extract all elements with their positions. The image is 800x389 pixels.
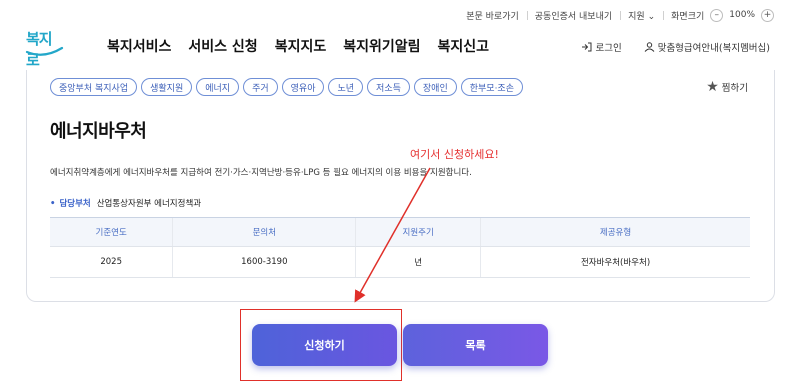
service-info-table: 기준연도 문의처 지원주기 제공유형 2025 1600-3190 년 전자바우… [50, 217, 750, 278]
zoom-control: 화면크기 – 100% + [663, 8, 782, 22]
tag-chip[interactable]: 한부모·조손 [460, 78, 523, 96]
list-button[interactable]: 목록 [403, 324, 548, 366]
tag-list: 중앙부처 복지사업 생활지원 에너지 주거 영유아 노년 저소득 장애인 한부모… [50, 78, 523, 96]
tag-chip[interactable]: 생활지원 [141, 78, 193, 96]
table-cell: 2025 [50, 246, 173, 278]
department-row: 담당부처 산업통상자원부 에너지정책과 [50, 197, 201, 209]
tag-chip[interactable]: 주거 [243, 78, 278, 96]
site-logo[interactable]: 복지로 [24, 28, 64, 69]
header-right: 로그인 맞춤형급여안내(복지멤버십) [581, 40, 770, 54]
nav-item-welfare-report[interactable]: 복지신고 [438, 36, 490, 56]
column-header: 제공유형 [480, 217, 750, 247]
table-cell: 1600-3190 [172, 246, 356, 278]
zoom-level: 100% [729, 10, 755, 20]
tag-chip[interactable]: 저소득 [367, 78, 410, 96]
login-icon [582, 42, 592, 52]
table-cell: 년 [355, 246, 481, 278]
tag-chip[interactable]: 에너지 [196, 78, 240, 96]
logo-swoosh-icon [25, 46, 64, 56]
star-icon: ★ [706, 79, 719, 95]
department-label: 담당부처 [50, 197, 90, 209]
region-select[interactable]: 지원 ⌄ [620, 9, 663, 22]
skip-to-content-link[interactable]: 본문 바로가기 [458, 9, 527, 22]
favorite-label: 찜하기 [721, 83, 748, 94]
page-title: 에너지바우처 [50, 121, 147, 142]
column-header: 기준연도 [50, 217, 173, 247]
table-row: 2025 1600-3190 년 전자바우처(바우처) [50, 246, 750, 278]
tag-chip[interactable]: 중앙부처 복지사업 [50, 78, 138, 96]
nav-item-service-apply[interactable]: 서비스 신청 [188, 36, 257, 56]
zoom-out-button[interactable]: – [710, 8, 724, 22]
nav-item-crisis-alert[interactable]: 복지위기알림 [343, 36, 420, 56]
utility-bar: 본문 바로가기 공동인증서 내보내기 지원 ⌄ 화면크기 – 100% + [458, 8, 782, 22]
nav-item-welfare-services[interactable]: 복지서비스 [107, 36, 171, 56]
annotation-text: 여기서 신청하세요! [410, 148, 499, 161]
login-label: 로그인 [595, 43, 622, 54]
tag-chip[interactable]: 장애인 [413, 78, 457, 96]
apply-button[interactable]: 신청하기 [252, 324, 397, 366]
nav-item-welfare-map[interactable]: 복지지도 [275, 36, 327, 56]
benefit-guide-label: 맞춤형급여안내(복지멤버십) [657, 43, 770, 54]
chevron-down-icon: ⌄ [647, 11, 656, 22]
department-value: 산업통상자원부 에너지정책과 [96, 199, 202, 209]
text-size-label: 화면크기 [671, 11, 705, 22]
zoom-in-button[interactable]: + [761, 8, 774, 22]
column-header: 문의처 [172, 217, 356, 247]
person-icon [644, 42, 655, 52]
cert-export-link[interactable]: 공동인증서 내보내기 [526, 9, 620, 22]
favorite-button[interactable]: ★ 찜하기 [706, 80, 748, 94]
tag-chip[interactable]: 영유아 [281, 78, 325, 96]
service-description: 에너지취약계층에게 에너지바우처를 지급하여 전기·가스·지역난방·등유·LPG… [50, 168, 472, 178]
main-nav: 복지서비스 서비스 신청 복지지도 복지위기알림 복지신고 [107, 36, 489, 56]
table-cell: 전자바우처(바우처) [480, 246, 750, 278]
tag-chip[interactable]: 노년 [328, 78, 364, 96]
login-link[interactable]: 로그인 [581, 40, 622, 54]
column-header: 지원주기 [355, 217, 481, 247]
table-header-row: 기준연도 문의처 지원주기 제공유형 [50, 217, 750, 247]
region-label: 지원 [628, 11, 645, 22]
benefit-guide-link[interactable]: 맞춤형급여안내(복지멤버십) [644, 40, 770, 54]
